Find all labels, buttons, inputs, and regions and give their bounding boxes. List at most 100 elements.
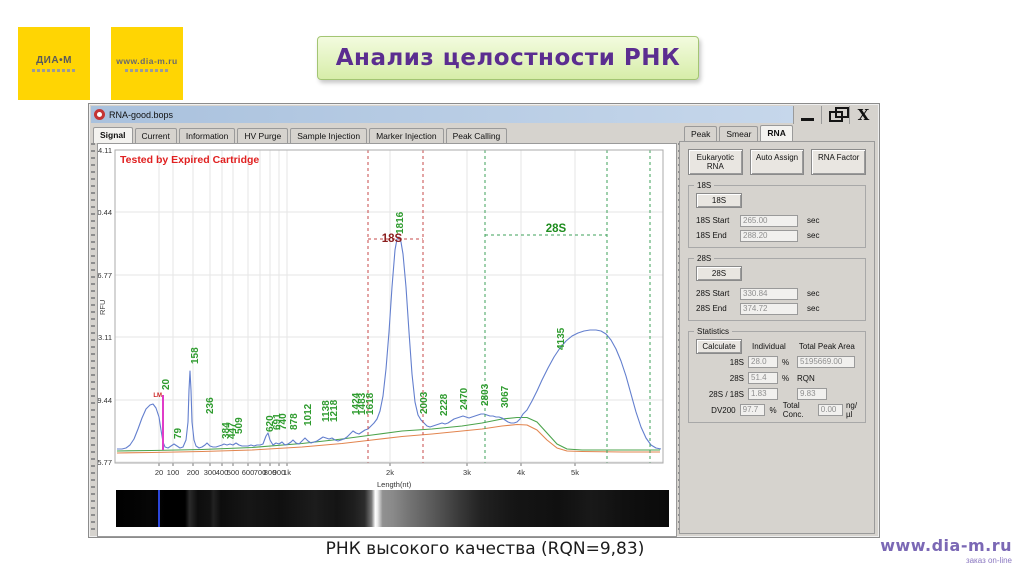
left-splitter[interactable] xyxy=(91,143,95,535)
minimize-icon xyxy=(801,118,814,121)
main-tabbar: Signal Current Information HV Purge Samp… xyxy=(93,125,509,143)
app-window: RNA-good.bops X Signal Current Informati… xyxy=(88,103,880,538)
site-subtitle: заказ on-line xyxy=(880,556,1012,565)
dv200-input[interactable]: 97.7 xyxy=(740,404,766,416)
restore-icon xyxy=(829,111,843,122)
close-button[interactable]: X xyxy=(849,106,877,124)
svg-text:500: 500 xyxy=(227,468,240,477)
18s-start-label: 18S Start xyxy=(696,216,740,225)
svg-text:1618: 1618 xyxy=(365,392,376,415)
electropherogram-chart[interactable]: LM20791582363844475096206917408781012113… xyxy=(98,144,676,489)
28s-start-input[interactable]: 330.84 xyxy=(740,288,798,300)
svg-text:4135: 4135 xyxy=(556,327,567,350)
logo-tagline xyxy=(125,69,169,72)
site-url: www.dia-m.ru xyxy=(880,536,1012,555)
svg-text:1816: 1816 xyxy=(395,211,406,234)
gel-image xyxy=(116,490,669,527)
18s-button[interactable]: 18S xyxy=(696,193,742,208)
svg-text:Length(nt): Length(nt) xyxy=(377,480,412,489)
svg-text:2003: 2003 xyxy=(419,391,430,414)
group-18s: 18S 18S 18S Start 265.00 sec 18S End 288… xyxy=(688,185,866,248)
svg-text:200: 200 xyxy=(187,468,200,477)
calculate-button[interactable]: Calculate xyxy=(696,339,742,354)
window-controls: X xyxy=(793,106,877,124)
svg-text:300: 300 xyxy=(204,468,217,477)
tab-sample-injection[interactable]: Sample Injection xyxy=(290,128,367,143)
ratio-input[interactable]: 1.83 xyxy=(748,388,778,400)
svg-text:LM: LM xyxy=(153,393,162,399)
tab-peak[interactable]: Peak xyxy=(684,126,717,141)
svg-text:2803: 2803 xyxy=(480,383,491,406)
tab-information[interactable]: Information xyxy=(179,128,236,143)
svg-text:18S: 18S xyxy=(382,233,403,245)
analysis-panel: Peak Smear RNA Eukaryotic RNA Auto Assig… xyxy=(679,125,875,535)
18s-end-input[interactable]: 288.20 xyxy=(740,230,798,242)
svg-text:2228: 2228 xyxy=(439,393,450,416)
svg-text:5.77: 5.77 xyxy=(98,458,112,467)
tab-marker-injection[interactable]: Marker Injection xyxy=(369,128,443,143)
tab-signal[interactable]: Signal xyxy=(93,127,133,143)
svg-text:740: 740 xyxy=(278,413,289,430)
total-conc-input[interactable]: 0.00 xyxy=(818,404,843,416)
rna-settings-box: Eukaryotic RNA Auto Assign RNA Factor 18… xyxy=(679,141,875,534)
total-conc-label: Total Conc. xyxy=(783,401,815,419)
diaem-logo: ДИА•М xyxy=(18,27,90,100)
app-icon xyxy=(94,109,105,120)
svg-text:3k: 3k xyxy=(463,468,471,477)
electropherogram-panel: LM20791582363844475096206917408781012113… xyxy=(97,143,677,537)
18s-end-label: 18S End xyxy=(696,231,740,240)
window-title: RNA-good.bops xyxy=(109,110,173,120)
group-statistics: Statistics Calculate Individual Total Pe… xyxy=(688,331,866,423)
rna-factor-button[interactable]: RNA Factor xyxy=(811,149,866,175)
tab-current[interactable]: Current xyxy=(135,128,177,143)
svg-text:509: 509 xyxy=(234,417,245,434)
minimize-button[interactable] xyxy=(793,106,821,124)
analysis-tabbar: Peak Smear RNA xyxy=(684,125,875,141)
28s-start-label: 28S Start xyxy=(696,289,740,298)
rqn-input[interactable]: 9.83 xyxy=(797,388,827,400)
svg-text:9.44: 9.44 xyxy=(98,396,112,405)
gel-marker-line xyxy=(158,490,160,527)
auto-assign-button[interactable]: Auto Assign xyxy=(750,149,805,175)
svg-text:4k: 4k xyxy=(517,468,525,477)
svg-text:2470: 2470 xyxy=(459,387,470,410)
18s-percent-input[interactable]: 28.0 xyxy=(748,356,778,368)
tab-rna[interactable]: RNA xyxy=(760,125,792,141)
rqn-label: RQN xyxy=(797,374,815,383)
eukaryotic-rna-button[interactable]: Eukaryotic RNA xyxy=(688,149,743,175)
svg-text:20: 20 xyxy=(155,468,163,477)
tab-peak-calling[interactable]: Peak Calling xyxy=(446,128,508,143)
svg-text:3067: 3067 xyxy=(500,385,511,408)
28s-percent-input[interactable]: 51.4 xyxy=(748,372,778,384)
28s-button[interactable]: 28S xyxy=(696,266,742,281)
individual-header: Individual xyxy=(752,342,786,351)
svg-text:1012: 1012 xyxy=(303,403,314,426)
restore-button[interactable] xyxy=(821,106,849,124)
tab-hv-purge[interactable]: HV Purge xyxy=(237,128,288,143)
diam-site-logo-text: www.dia-m.ru xyxy=(116,56,177,66)
total-peak-area-input[interactable]: 5195669.00 xyxy=(797,356,855,368)
svg-text:Tested by Expired Cartridge: Tested by Expired Cartridge xyxy=(120,154,259,166)
svg-text:20.44: 20.44 xyxy=(98,208,112,217)
28s-end-input[interactable]: 374.72 xyxy=(740,303,798,315)
diaem-logo-text: ДИА•М xyxy=(36,55,72,66)
slide-caption: РНК высокого качества (RQN=9,83) xyxy=(160,539,810,559)
svg-text:100: 100 xyxy=(167,468,180,477)
svg-text:13.11: 13.11 xyxy=(98,333,112,342)
window-titlebar[interactable]: RNA-good.bops xyxy=(91,106,795,123)
svg-text:1218: 1218 xyxy=(329,399,340,422)
close-icon: X xyxy=(858,108,870,123)
total-peak-area-header: Total Peak Area xyxy=(799,342,855,351)
svg-text:158: 158 xyxy=(190,347,201,364)
svg-text:RFU: RFU xyxy=(98,300,107,315)
svg-text:2k: 2k xyxy=(386,468,394,477)
site-footer: www.dia-m.ru заказ on-line xyxy=(880,536,1012,565)
tab-smear[interactable]: Smear xyxy=(719,126,758,141)
svg-text:1k: 1k xyxy=(283,468,291,477)
svg-text:5k: 5k xyxy=(571,468,579,477)
svg-text:16.77: 16.77 xyxy=(98,271,112,280)
svg-text:878: 878 xyxy=(289,413,300,430)
18s-start-input[interactable]: 265.00 xyxy=(740,215,798,227)
diam-site-logo: www.dia-m.ru xyxy=(111,27,183,100)
svg-text:600: 600 xyxy=(242,468,255,477)
